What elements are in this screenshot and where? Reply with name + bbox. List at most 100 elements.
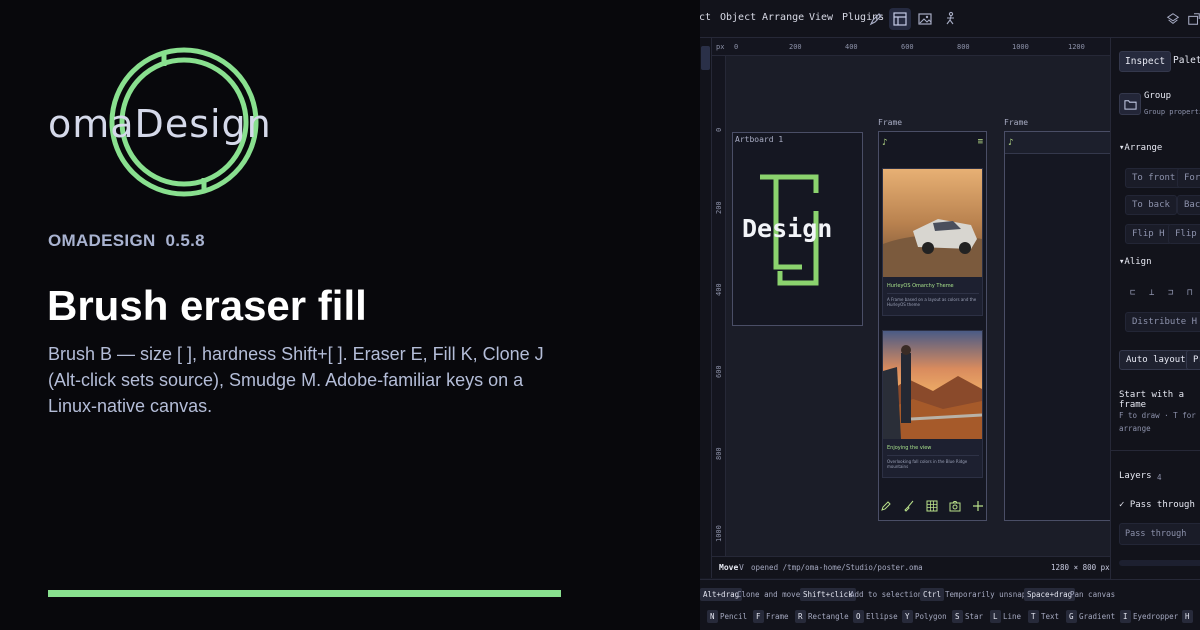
card-title: Enjoying the view <box>887 445 932 451</box>
to-front-button[interactable]: To front <box>1125 168 1183 188</box>
start-frame-hint: F to draw · T for text <box>1119 411 1200 420</box>
hint-key: F <box>753 610 764 623</box>
hint-label: Rectangle <box>808 612 849 621</box>
hint-label: Eyedropper <box>1133 612 1179 621</box>
pass-through-checkbox[interactable]: ✓ Pass through <box>1119 500 1195 510</box>
align-left-icon[interactable]: ⊏ <box>1130 288 1135 298</box>
vertical-ruler: 0 200 400 600 800 1000 <box>712 56 726 556</box>
forward-button[interactable]: Forward <box>1177 168 1200 188</box>
ruler-tick: 400 <box>715 283 723 296</box>
card-rally-car[interactable]: HurleyOS Omarchy Theme A Frame based on … <box>882 168 983 316</box>
hint-key: R <box>795 610 806 623</box>
promo-panel: omaDesign OMADESIGN 0.5.8 Brush eraser fi… <box>0 0 700 630</box>
menu-view[interactable]: View <box>809 12 833 23</box>
hint-label: Pencil <box>720 612 748 621</box>
ruler-tick: 200 <box>789 43 802 51</box>
ruler-tick: 400 <box>845 43 858 51</box>
design-logo-text: Design <box>742 214 832 243</box>
group-title: Group <box>1144 91 1172 101</box>
hint-label: Temporarily unsnap <box>945 590 1027 599</box>
card-title: HurleyOS Omarchy Theme <box>887 283 954 289</box>
hint-key: L <box>990 610 1001 623</box>
hint-key: Y <box>902 610 913 623</box>
card-divider <box>887 455 979 456</box>
logo-wordmark: omaDesign <box>48 102 272 146</box>
hint-key: G <box>1066 610 1077 623</box>
hint-key: Space+drag <box>1024 588 1076 601</box>
preview-button[interactable]: Pr <box>1186 350 1200 370</box>
status-bar: Move V opened /tmp/oma-home/Studio/poste… <box>712 556 1110 578</box>
auto-layout-button[interactable]: Auto layout <box>1119 350 1193 370</box>
feature-description: Brush B — size [ ], hardness Shift+[ ]. … <box>48 344 544 416</box>
hint-label: Pan canvas <box>1070 590 1116 599</box>
export-icon[interactable] <box>1187 12 1200 26</box>
mountain-view-photo <box>883 331 982 439</box>
menu-arrange[interactable]: Arrange <box>762 12 804 23</box>
ruler-tick: 0 <box>715 127 723 132</box>
brush-icon[interactable] <box>903 500 915 512</box>
hint-label: Star <box>965 612 984 621</box>
image-icon[interactable] <box>917 11 933 27</box>
plus-icon[interactable] <box>972 500 984 512</box>
card-text: A Frame based on a layout as colors and … <box>887 297 977 307</box>
ruler-tick: 1000 <box>1012 43 1029 51</box>
pen-icon[interactable] <box>868 11 884 27</box>
start-frame-title: Start with a frame <box>1119 390 1185 410</box>
ruler-tick: 1200 <box>1068 43 1085 51</box>
horizontal-ruler: px 0 200 400 600 800 1000 1200 <box>712 38 1110 56</box>
ruler-tick: 600 <box>715 365 723 378</box>
hint-label: Text <box>1041 612 1060 621</box>
omadesign-logo: omaDesign <box>48 47 272 197</box>
menu-object[interactable]: Object <box>720 12 756 23</box>
camera-icon[interactable] <box>949 500 961 512</box>
align-center-icon[interactable]: ⊥ <box>1149 288 1154 298</box>
ruler-unit: px <box>716 43 725 51</box>
blend-mode-value: Pass through <box>1125 529 1187 539</box>
pass-through-label: Pass through <box>1129 500 1195 510</box>
status-mode: Move <box>719 563 739 572</box>
arrange-section-toggle[interactable]: ▾Arrange <box>1119 143 1162 153</box>
frame-label: Frame <box>878 118 903 127</box>
folder-icon <box>1124 100 1137 110</box>
hint-label: Ellipse <box>866 612 898 621</box>
tab-palette[interactable]: Palette <box>1168 51 1200 70</box>
frame-empty[interactable]: ♪ <box>1004 131 1114 521</box>
align-section-toggle[interactable]: ▾Align <box>1119 257 1152 267</box>
card-text: Overlooking fall colors in the Blue Ridg… <box>887 459 968 469</box>
accent-bar <box>48 590 561 597</box>
panel-scrollbar[interactable] <box>1119 560 1200 566</box>
menu-select[interactable]: ct <box>700 12 711 23</box>
align-title: Align <box>1124 257 1152 267</box>
hint-label: Add to selection <box>850 590 923 599</box>
ruler-tick: 1000 <box>715 525 723 542</box>
hint-key: Ctrl <box>920 588 945 601</box>
layout-tool-active[interactable] <box>889 8 911 30</box>
group-type-badge <box>1119 93 1141 115</box>
layers-icon[interactable] <box>1166 12 1180 26</box>
align-top-icon[interactable]: ⊓ <box>1187 288 1192 298</box>
hint-label: Line <box>1003 612 1022 621</box>
flip-v-button[interactable]: Flip V <box>1168 224 1200 244</box>
align-right-icon[interactable]: ⊐ <box>1168 288 1173 298</box>
backward-button[interactable]: Backward <box>1177 195 1200 215</box>
artboard[interactable]: Artboard 1 Design <box>732 132 863 326</box>
blend-mode-select[interactable]: Pass through <box>1119 523 1200 545</box>
tab-inspect[interactable]: Inspect <box>1119 51 1172 72</box>
frame-header <box>1005 132 1113 154</box>
design-logo-graphic: Design <box>742 174 832 286</box>
menu-icon[interactable]: ≡ <box>978 137 983 147</box>
to-back-button[interactable]: To back <box>1125 195 1177 215</box>
music-note-icon: ♪ <box>1008 138 1014 148</box>
ruler-tick: 800 <box>715 447 723 460</box>
start-frame-hint: arrange <box>1119 424 1151 433</box>
hint-key: O <box>853 610 864 623</box>
ruler-tick: 800 <box>957 43 970 51</box>
distribute-h-button[interactable]: Distribute H <box>1125 312 1200 332</box>
pen-icon[interactable] <box>880 500 892 512</box>
active-tool-slot[interactable] <box>701 46 710 70</box>
flip-h-button[interactable]: Flip H <box>1125 224 1172 244</box>
figure-icon[interactable] <box>942 11 958 27</box>
hint-key: Alt+drag <box>700 588 743 601</box>
card-mountain-view[interactable]: Enjoying the view Overlooking fall color… <box>882 330 983 478</box>
grid-icon[interactable] <box>926 500 938 512</box>
